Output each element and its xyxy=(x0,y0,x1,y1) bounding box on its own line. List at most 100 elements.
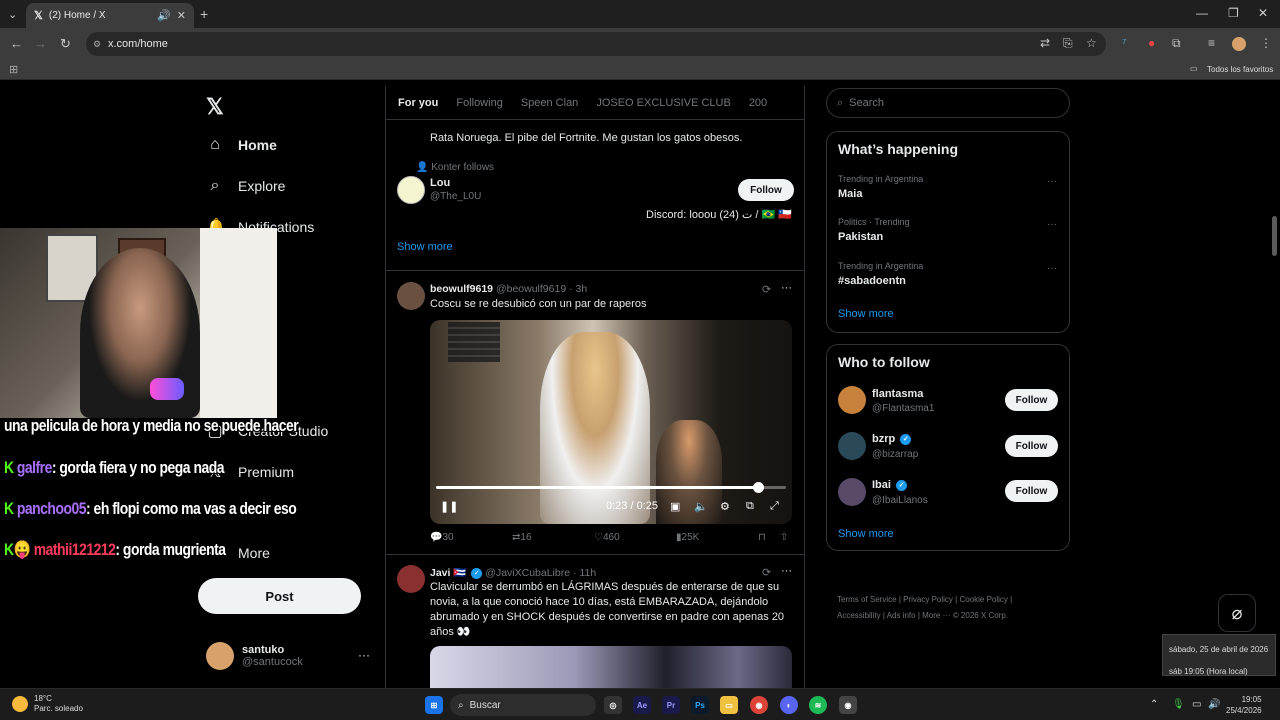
suggested-user-name[interactable]: flantasma xyxy=(872,388,923,400)
profile-avatar-icon[interactable] xyxy=(1232,37,1246,51)
tweet-author[interactable]: beowulf9619 xyxy=(430,283,493,295)
volume-icon[interactable]: 🔊 xyxy=(1208,699,1220,710)
nav-home[interactable]: ⌂ Home xyxy=(206,136,277,154)
suggested-user-name[interactable]: bzrp ✓ xyxy=(872,433,912,445)
tab-speen-clan[interactable]: Speen Clan xyxy=(509,97,579,109)
x-logo-icon[interactable]: 𝕏 xyxy=(206,94,224,120)
tab-list-icon[interactable]: ⌄ xyxy=(8,8,17,21)
grok-icon[interactable]: ⟳ xyxy=(762,283,771,296)
follow-button[interactable]: Follow xyxy=(1005,389,1058,411)
more-options-icon[interactable]: ··· xyxy=(1047,219,1057,230)
extensions-puzzle-icon[interactable]: ⧉ xyxy=(1172,36,1181,51)
captions-icon[interactable]: ▣ xyxy=(670,500,680,513)
avatar[interactable] xyxy=(838,386,866,414)
extension-icon[interactable]: ⁷ xyxy=(1122,36,1126,50)
repost-button[interactable]: ⇄ 16 xyxy=(512,532,532,543)
forward-icon[interactable]: → xyxy=(34,36,47,51)
tab-for-you[interactable]: For you xyxy=(386,97,438,109)
more-options-icon[interactable]: ··· xyxy=(1047,263,1057,274)
footer-link[interactable]: Privacy Policy xyxy=(903,595,953,604)
show-more-link[interactable]: Show more xyxy=(838,308,894,320)
tab-close-icon[interactable]: ✕ xyxy=(177,9,186,22)
new-tab-icon[interactable]: + xyxy=(200,6,208,22)
install-icon[interactable]: ⎘ xyxy=(1063,36,1073,51)
browser-app-icon[interactable]: ◉ xyxy=(839,696,857,714)
more-options-icon[interactable]: ··· xyxy=(781,282,792,294)
avatar[interactable] xyxy=(397,282,425,310)
photoshop-icon[interactable]: Ps xyxy=(691,696,709,714)
nav-explore[interactable]: ⌕ Explore xyxy=(206,177,286,195)
minimize-icon[interactable]: — xyxy=(1196,6,1208,20)
app-icon[interactable]: ◎ xyxy=(604,696,622,714)
trend-name[interactable]: #sabadoentn xyxy=(838,275,906,287)
restore-icon[interactable]: ❐ xyxy=(1228,6,1239,20)
tab-joseo-exclusive-club[interactable]: JOSEO EXCLUSIVE CLUB xyxy=(584,97,731,109)
browser-tab[interactable]: 𝕏 (2) Home / X 🔊 ✕ xyxy=(26,3,194,28)
microphone-icon[interactable]: 🎙 xyxy=(1172,699,1185,710)
footer-link[interactable]: Terms of Service xyxy=(837,595,897,604)
footer-link[interactable]: More ··· xyxy=(922,611,950,620)
show-more-link[interactable]: Show more xyxy=(397,241,453,253)
more-options-icon[interactable]: ··· xyxy=(1047,176,1057,187)
pip-icon[interactable]: ⧉ xyxy=(746,500,754,513)
trend-name[interactable]: Maia xyxy=(838,188,862,200)
settings-icon[interactable]: ⚙ xyxy=(720,500,730,513)
window-close-icon[interactable]: ✕ xyxy=(1258,6,1268,20)
weather-widget[interactable]: 18°C Parc. soleado xyxy=(12,694,83,714)
taskbar-search[interactable]: ⌕ Buscar xyxy=(450,694,596,716)
after-effects-icon[interactable]: Ae xyxy=(633,696,651,714)
file-explorer-icon[interactable]: ▭ xyxy=(720,696,738,714)
windows-start-icon[interactable]: ⊞ xyxy=(425,696,443,714)
chrome-icon[interactable]: ◉ xyxy=(750,696,768,714)
fullscreen-icon[interactable]: ⤢ xyxy=(770,500,779,513)
trend-name[interactable]: Pakistan xyxy=(838,231,883,243)
spotify-icon[interactable]: ≋ xyxy=(809,696,827,714)
reply-button[interactable]: 💬 30 xyxy=(430,532,454,543)
tab-audio-icon[interactable]: 🔊 xyxy=(157,9,171,22)
site-info-icon[interactable]: ⚙ xyxy=(93,39,101,50)
more-options-icon[interactable]: ··· xyxy=(358,648,370,662)
follow-button[interactable]: Follow xyxy=(1005,435,1058,457)
post-button[interactable]: Post xyxy=(198,578,361,614)
like-button[interactable]: ♡ 460 xyxy=(594,532,620,543)
follow-button[interactable]: Follow xyxy=(1005,480,1058,502)
views-button[interactable]: ▮ 25K xyxy=(676,532,699,543)
tray-expand-icon[interactable]: ⌃ xyxy=(1150,699,1158,710)
footer-link[interactable]: Cookie Policy xyxy=(959,595,1007,604)
avatar[interactable] xyxy=(838,432,866,460)
footer-link[interactable]: Accessibility xyxy=(837,611,881,620)
bookmark-icon[interactable]: ⊓ xyxy=(758,532,766,543)
follow-button[interactable]: Follow xyxy=(738,179,794,201)
tweet-video[interactable] xyxy=(430,646,792,688)
footer-link[interactable]: Ads info xyxy=(887,611,916,620)
grok-icon[interactable]: ⌀ xyxy=(1218,594,1256,632)
omnibox[interactable]: ⚙ x.com/home xyxy=(86,32,1106,56)
tab-200[interactable]: 200 xyxy=(737,97,767,109)
video-progress-bar[interactable] xyxy=(436,482,786,493)
tab-following[interactable]: Following xyxy=(444,97,502,109)
avatar[interactable] xyxy=(397,176,425,204)
back-icon[interactable]: ← xyxy=(10,36,23,51)
all-bookmarks-link[interactable]: Todos los favoritos xyxy=(1207,65,1273,74)
avatar[interactable] xyxy=(397,565,425,593)
suggested-user-name[interactable]: Lou xyxy=(430,177,450,189)
apps-grid-icon[interactable]: ⊞ xyxy=(9,63,18,76)
taskbar-clock[interactable]: 19:05 25/4/2026 xyxy=(1226,694,1262,716)
tweet-time[interactable]: · 11h xyxy=(573,567,596,579)
tweet-time[interactable]: · 3h xyxy=(569,283,587,295)
search-input[interactable]: ⌕ Search xyxy=(826,88,1070,118)
avatar[interactable] xyxy=(838,478,866,506)
volume-icon[interactable]: 🔈 xyxy=(694,500,708,513)
video-progress-handle[interactable] xyxy=(753,482,764,493)
account-switcher[interactable]: santuko @santucock xyxy=(206,642,303,670)
discord-icon[interactable]: ◐ xyxy=(780,696,798,714)
pause-icon[interactable]: ❚❚ xyxy=(440,500,458,513)
translate-icon[interactable]: ⇄ xyxy=(1040,36,1050,50)
suggested-user-name[interactable]: Ibai ✓ xyxy=(872,479,908,491)
tweet-author[interactable]: Javi xyxy=(430,567,450,579)
page-scrollbar[interactable] xyxy=(1272,216,1277,256)
premiere-icon[interactable]: Pr xyxy=(662,696,680,714)
extension-record-icon[interactable]: ● xyxy=(1148,36,1155,50)
reading-list-icon[interactable]: ≡ xyxy=(1208,36,1215,50)
show-more-link[interactable]: Show more xyxy=(838,528,894,540)
